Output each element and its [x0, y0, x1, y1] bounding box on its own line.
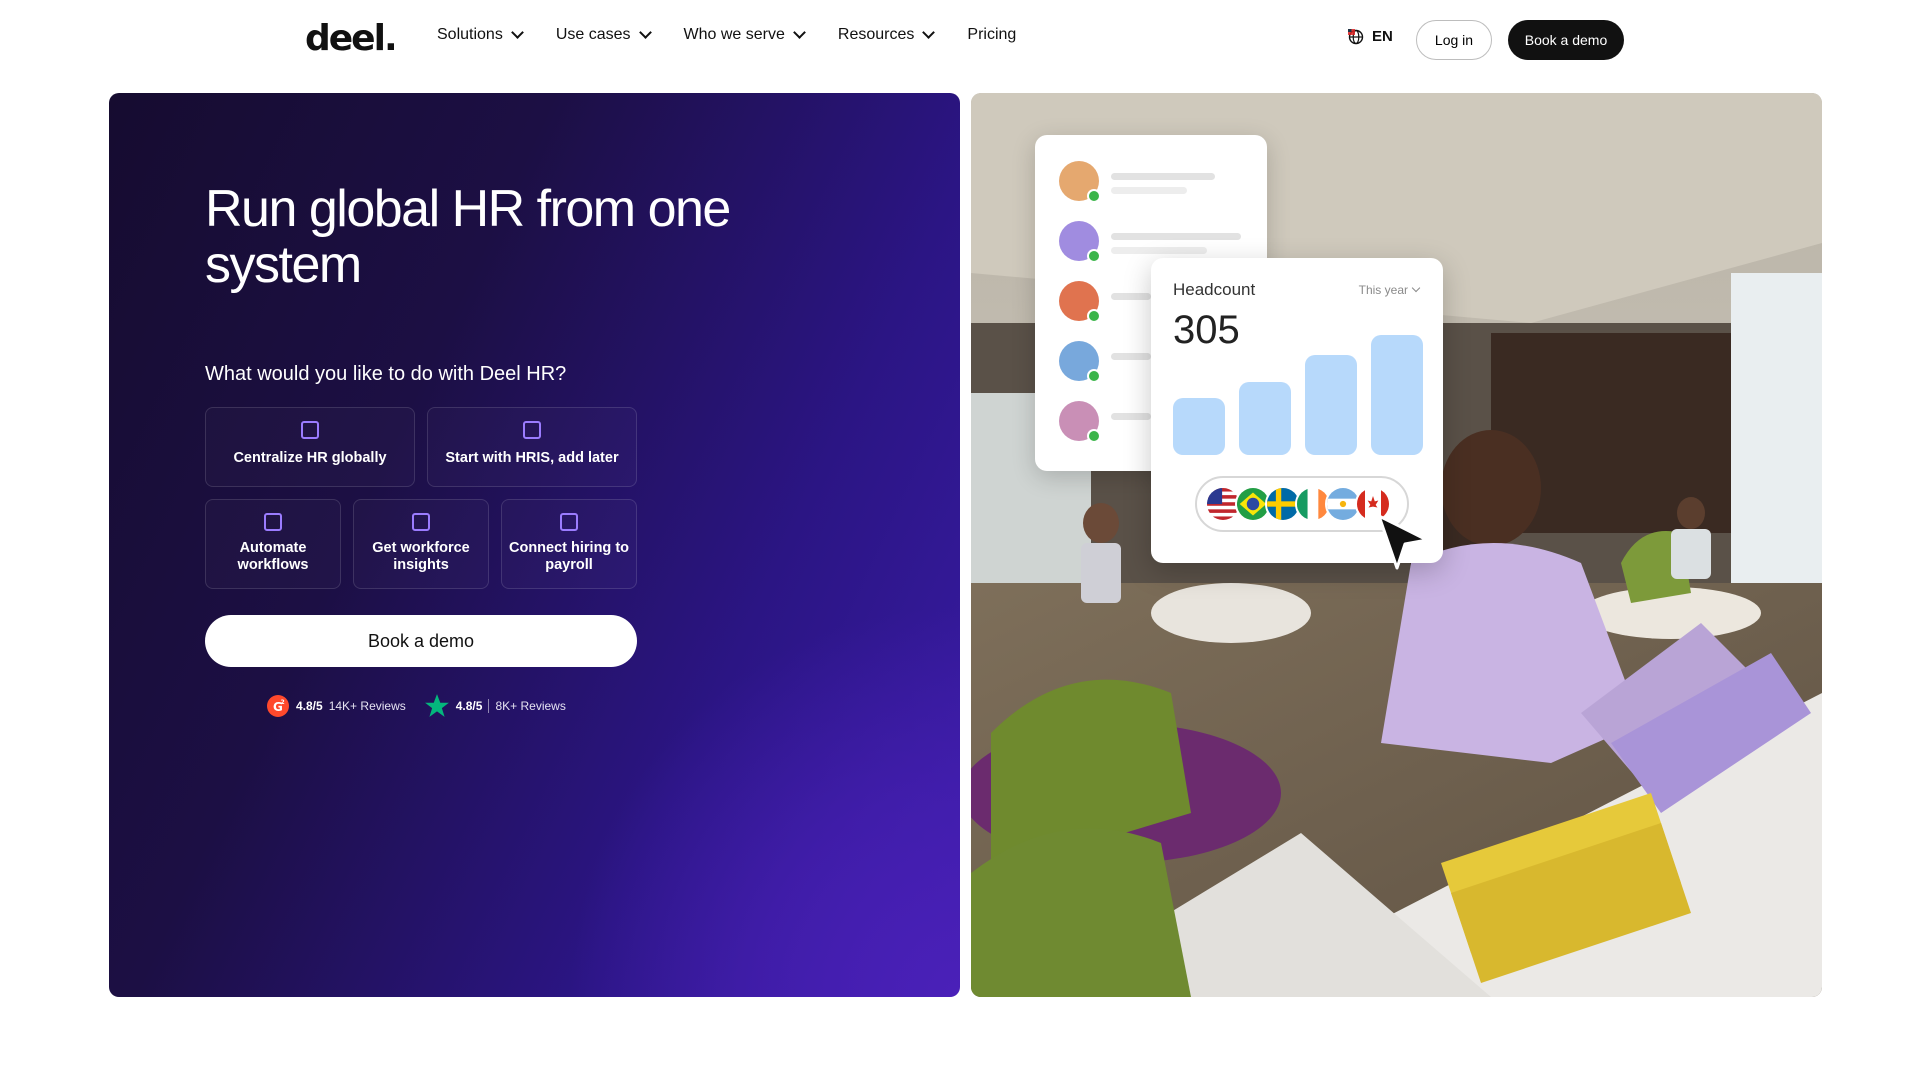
avatar — [1059, 221, 1101, 263]
avatar — [1059, 281, 1101, 323]
range-label: This year — [1358, 283, 1408, 297]
main-menu: Solutions Use cases Who we serve Resourc… — [437, 26, 1016, 44]
check-icon — [1087, 249, 1101, 263]
option-workforce-insights[interactable]: Get workforce insights — [353, 499, 489, 589]
g2-icon: G 2 — [267, 695, 289, 717]
review-ratings: G 2 4.8/5 14K+ Reviews 4.8/5 8K+ Reviews — [266, 693, 566, 719]
headcount-bar — [1371, 335, 1423, 455]
nav-item-solutions[interactable]: Solutions — [437, 26, 524, 44]
login-button[interactable]: Log in — [1416, 20, 1492, 60]
placeholder-line — [1111, 413, 1151, 420]
nav-item-pricing[interactable]: Pricing — [967, 26, 1016, 44]
checkbox[interactable] — [264, 513, 282, 531]
placeholder-line — [1111, 173, 1215, 180]
nav-item-label: Solutions — [437, 26, 503, 43]
language-label: EN — [1372, 28, 1393, 45]
trustpilot-review-count: 8K+ Reviews — [495, 699, 566, 713]
svg-text:2: 2 — [281, 699, 285, 706]
chevron-down-icon — [1411, 283, 1421, 293]
avatar — [1059, 161, 1101, 203]
option-label: Start with HRIS, add later — [445, 450, 619, 466]
cursor-icon — [1377, 514, 1429, 570]
nav-item-use-cases[interactable]: Use cases — [555, 26, 652, 44]
avatar — [1059, 341, 1101, 383]
checkbox[interactable] — [523, 421, 541, 439]
placeholder-line — [1111, 247, 1207, 254]
option-start-with-hris[interactable]: Start with HRIS, add later — [427, 407, 637, 487]
checkbox[interactable] — [301, 421, 319, 439]
trustpilot-score: 4.8/5 — [455, 699, 483, 713]
chevron-down-icon — [793, 26, 806, 39]
chevron-down-icon — [638, 26, 652, 39]
headcount-bar — [1239, 382, 1291, 455]
nav-item-resources[interactable]: Resources — [837, 26, 936, 44]
check-icon — [1087, 189, 1101, 203]
check-icon — [1087, 369, 1101, 383]
option-label: Automate workflows — [237, 540, 309, 573]
option-connect-hiring-payroll[interactable]: Connect hiring to payroll — [501, 499, 637, 589]
placeholder-line — [1111, 187, 1187, 194]
divider — [488, 699, 490, 713]
headcount-bar — [1173, 398, 1225, 455]
option-centralize-hr[interactable]: Centralize HR globally — [205, 407, 415, 487]
headcount-title: Headcount — [1173, 280, 1256, 299]
g2-score: 4.8/5 — [296, 699, 323, 713]
nav-item-label: Who we serve — [683, 26, 785, 43]
g2-review-count: 14K+ Reviews — [328, 699, 406, 713]
headcount-bar — [1305, 355, 1357, 455]
language-selector[interactable]: EN — [1348, 28, 1393, 45]
hero-book-demo-button[interactable]: Book a demo — [205, 615, 637, 667]
chevron-down-icon — [922, 26, 936, 39]
deel-logo[interactable]: deel. — [305, 18, 398, 59]
placeholder-line — [1111, 353, 1151, 360]
placeholder-line — [1111, 293, 1151, 300]
check-icon — [1087, 309, 1101, 323]
chevron-down-icon — [510, 26, 524, 39]
globe-icon — [1348, 28, 1364, 44]
nav-item-label: Resources — [837, 26, 915, 43]
book-demo-button[interactable]: Book a demo — [1508, 20, 1624, 60]
trustpilot-star-icon — [424, 694, 449, 717]
option-label: Connect hiring to payroll — [508, 540, 629, 573]
placeholder-line — [1111, 233, 1241, 240]
option-label: Get workforce insights — [372, 540, 470, 573]
nav-item-label: Pricing — [967, 26, 1017, 43]
top-navigation: deel. Solutions Use cases Who we serve R… — [0, 0, 1920, 78]
headcount-value: 305 — [1173, 308, 1240, 352]
checkbox[interactable] — [412, 513, 430, 531]
hero-image: Headcount This year 305 — [971, 93, 1822, 997]
hero-title: Run global HR from one system — [205, 180, 731, 294]
range-dropdown[interactable]: This year — [1358, 283, 1421, 297]
option-automate-workflows[interactable]: Automate workflows — [205, 499, 341, 589]
check-icon — [1087, 429, 1101, 443]
avatar — [1059, 401, 1101, 443]
option-label: Centralize HR globally — [233, 450, 387, 466]
nav-item-who-we-serve[interactable]: Who we serve — [683, 26, 806, 44]
hero-question: What would you like to do with Deel HR? — [205, 363, 567, 385]
checkbox[interactable] — [560, 513, 578, 531]
hero-panel: Run global HR from one system What would… — [109, 93, 960, 997]
nav-item-label: Use cases — [555, 26, 631, 43]
